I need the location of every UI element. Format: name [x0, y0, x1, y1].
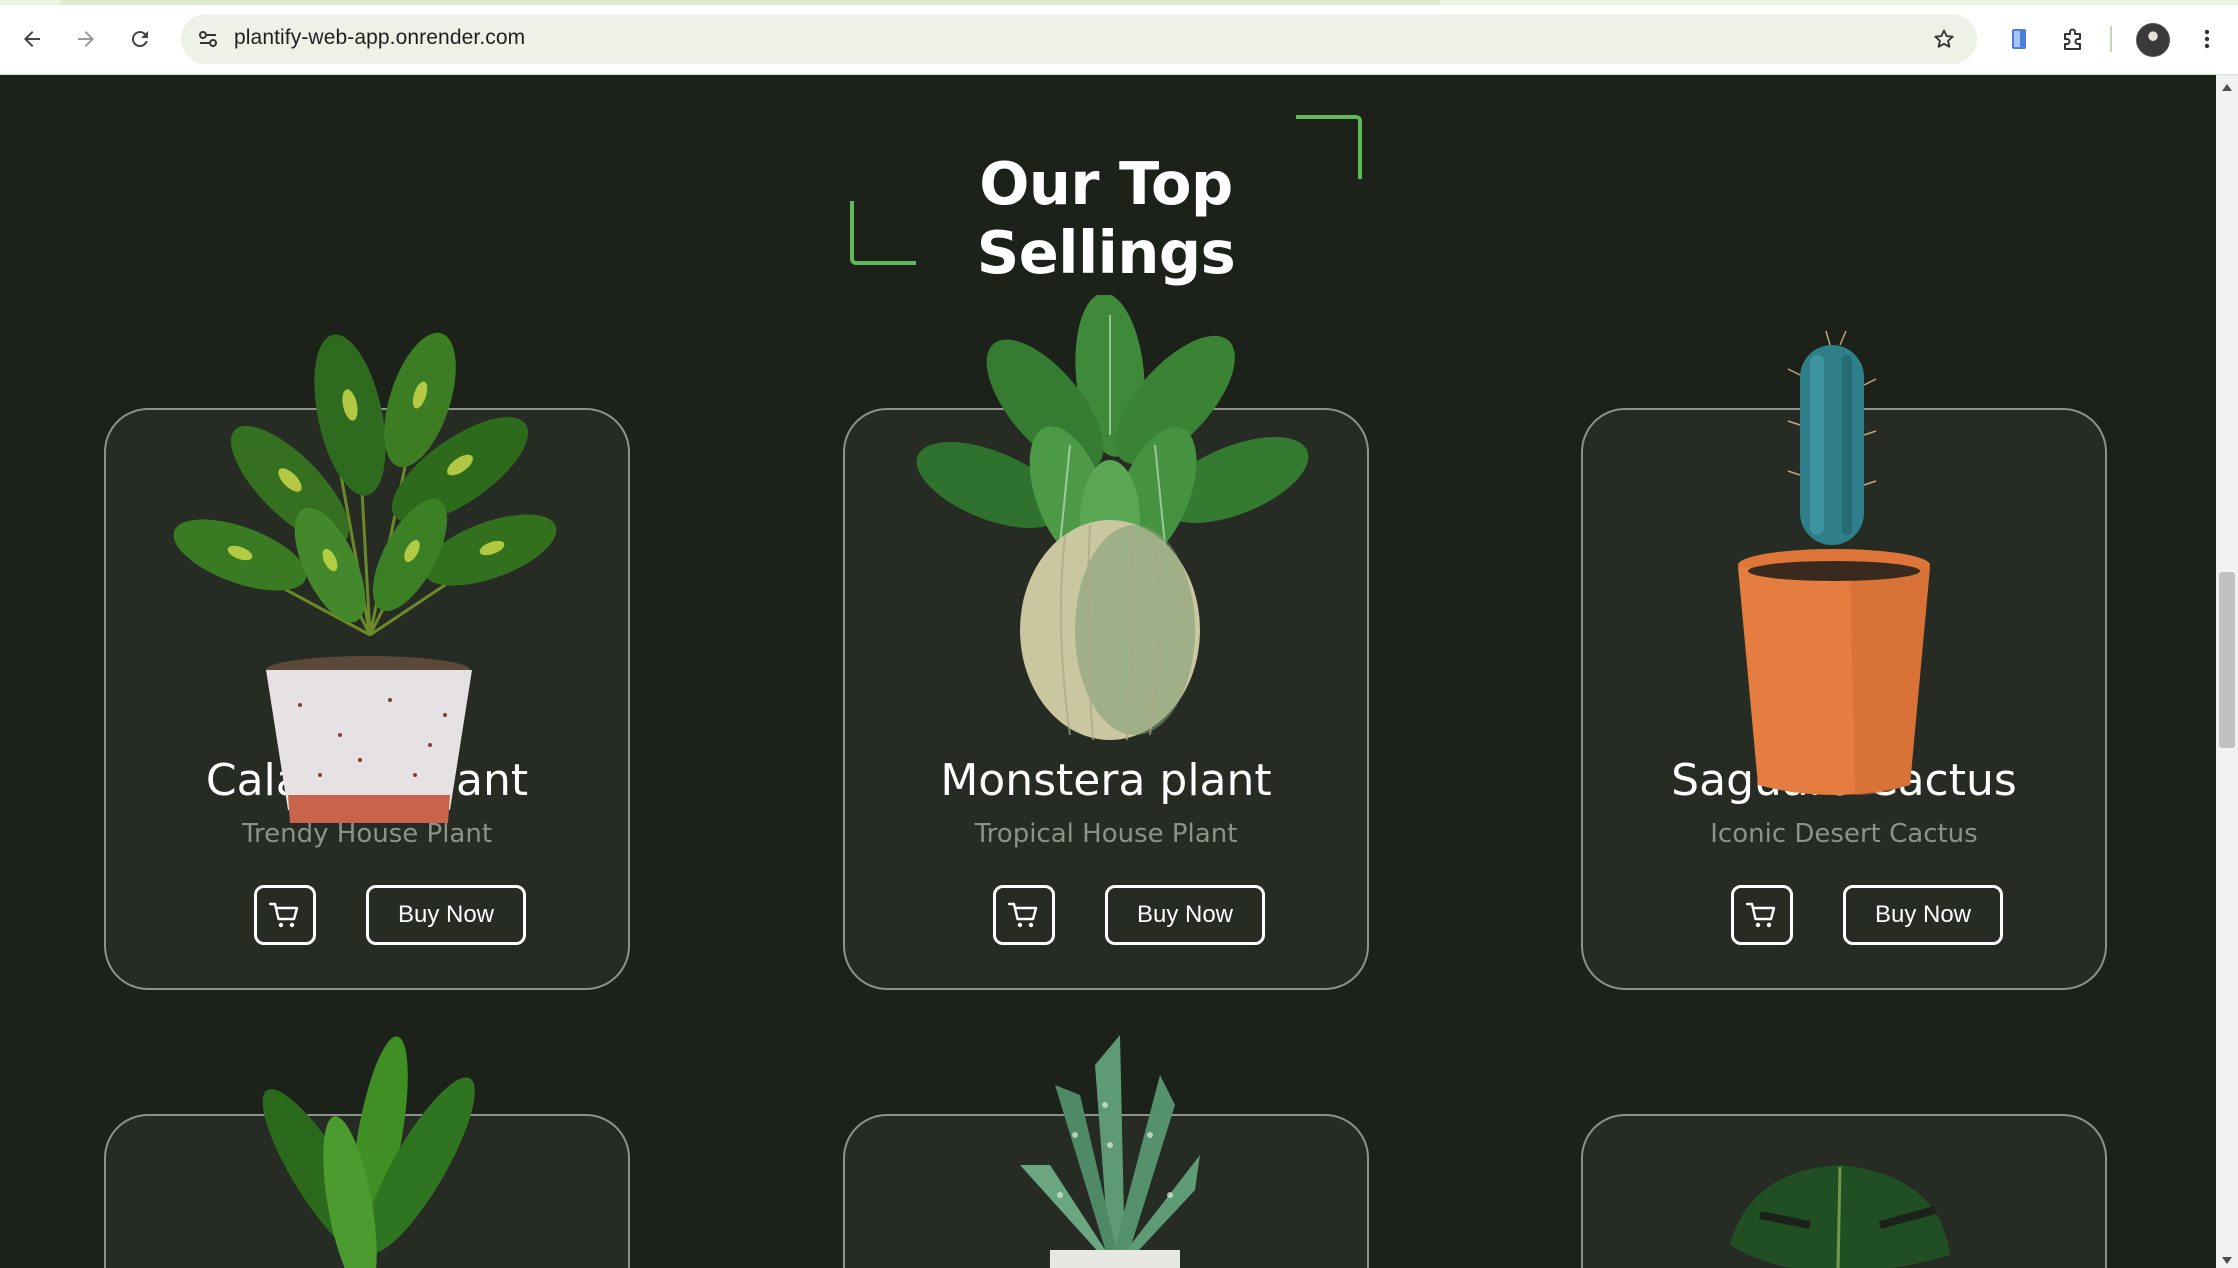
- buy-now-button[interactable]: Buy Now: [1843, 885, 2003, 945]
- star-icon: [1934, 29, 1954, 48]
- extensions-puzzle-icon: [2064, 28, 2081, 50]
- monstera-plant-image: [916, 295, 1309, 741]
- page-scrollbar[interactable]: [2216, 75, 2238, 1268]
- more-vert-icon: [2204, 29, 2210, 49]
- bookmark-button[interactable]: [1929, 24, 1959, 54]
- saguaro-cactus-image: [1738, 330, 1930, 795]
- cart-icon: [1745, 902, 1776, 928]
- address-bar[interactable]: plantify-web-app.onrender.com: [181, 14, 1977, 64]
- add-to-cart-button[interactable]: [254, 885, 316, 945]
- site-info-icon: [199, 31, 217, 47]
- profile-avatar[interactable]: [2136, 23, 2170, 57]
- forward-button[interactable]: [67, 20, 105, 58]
- buy-now-button[interactable]: Buy Now: [366, 885, 526, 945]
- more-menu-button[interactable]: [2188, 20, 2226, 58]
- extensions-button[interactable]: [2054, 20, 2092, 58]
- reading-mode-icon: [2012, 29, 2026, 49]
- back-button[interactable]: [13, 20, 51, 58]
- active-tab-edge: [60, 0, 1440, 5]
- aloe-plant-image: [1020, 1035, 1200, 1268]
- product-tagline: Iconic Desert Cactus: [1710, 819, 1978, 849]
- dracaena-plant-image: [262, 1036, 475, 1268]
- cart-icon: [1007, 902, 1038, 928]
- section-heading: Our Top Sellings: [850, 115, 1362, 287]
- monstera-vase: [1020, 520, 1200, 741]
- back-arrow-icon: [24, 31, 40, 47]
- reload-button[interactable]: [121, 20, 159, 58]
- product-tagline: Tropical House Plant: [974, 819, 1238, 849]
- url-text[interactable]: plantify-web-app.onrender.com: [234, 26, 525, 50]
- page-content: Our Top Sellings Calathea plant Trendy H…: [0, 75, 2216, 1268]
- tab-strip-edge: [0, 0, 2238, 5]
- scroll-up-arrow-icon[interactable]: [2222, 84, 2232, 91]
- buy-now-button[interactable]: Buy Now: [1105, 885, 1265, 945]
- toolbar-divider: [2110, 26, 2112, 52]
- browser-toolbar: plantify-web-app.onrender.com: [0, 0, 2238, 75]
- calathea-leaves: [173, 332, 557, 623]
- cactus-body: [1800, 345, 1864, 545]
- scrollbar-thumb[interactable]: [2219, 572, 2235, 748]
- reload-icon: [131, 31, 148, 48]
- reading-mode-button[interactable]: [2000, 20, 2038, 58]
- site-info-button[interactable]: [193, 24, 223, 54]
- forward-arrow-icon: [78, 31, 94, 47]
- calathea-pot: [266, 656, 472, 823]
- monstera-leaf-image: [1730, 1165, 1950, 1268]
- cart-icon: [268, 902, 299, 928]
- scroll-down-arrow-icon[interactable]: [2222, 1257, 2232, 1264]
- calathea-plant-image: [173, 332, 557, 823]
- section-title: Our Top Sellings: [976, 149, 1236, 287]
- cactus-pot: [1738, 549, 1930, 795]
- add-to-cart-button[interactable]: [1731, 885, 1793, 945]
- add-to-cart-button[interactable]: [993, 885, 1055, 945]
